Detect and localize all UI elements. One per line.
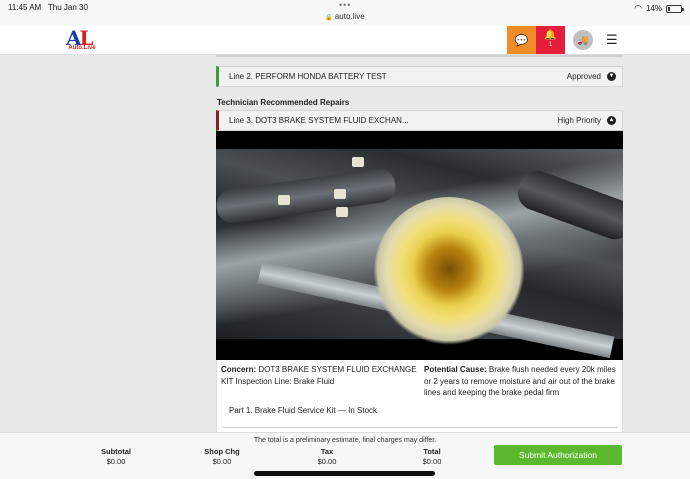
notifications-button[interactable]: 🔔 1: [536, 26, 565, 54]
line-2-label: Line 2. PERFORM HONDA BATTERY TEST: [229, 72, 387, 81]
repair-details: Concern: DOT3 BRAKE SYSTEM FLUID EXCHANG…: [216, 360, 623, 432]
status-right: ◠ 14%: [634, 3, 684, 14]
lock-icon: 🔒: [325, 15, 333, 21]
menu-icon: ☰: [606, 32, 618, 47]
divider: [223, 427, 618, 428]
status-date: Thu Jan 30: [47, 3, 88, 12]
tax: Tax $0.00: [317, 447, 337, 466]
home-indicator[interactable]: [254, 471, 435, 476]
chat-button[interactable]: 💬: [507, 26, 536, 54]
line-3-priority: High Priority: [557, 116, 601, 125]
vehicle-button[interactable]: 🚚: [573, 30, 593, 50]
divider: [216, 55, 623, 57]
menu-button[interactable]: ☰: [606, 32, 620, 48]
battery-percent: 14%: [645, 4, 662, 13]
submit-authorization-button[interactable]: Submit Authorization: [494, 445, 622, 465]
autolive-logo[interactable]: AL Auto.Live: [66, 26, 98, 54]
address-bar[interactable]: 🔒 auto.live: [0, 12, 690, 21]
line-3-card[interactable]: Line 3. DOT3 BRAKE SYSTEM FLUID EXCHAN..…: [216, 110, 623, 131]
app-header: AL Auto.Live 💬 🔔 1 🚚 ☰: [0, 26, 690, 55]
notification-count: 1: [548, 42, 553, 48]
line-2-card[interactable]: Line 2. PERFORM HONDA BATTERY TEST Appro…: [216, 66, 623, 87]
logo-text: Auto.Live: [68, 45, 96, 51]
chevron-up-icon[interactable]: ▲: [607, 116, 616, 125]
status-bar: 11:45 AM Thu Jan 30 ••• 🔒 auto.live ◠ 14%: [0, 0, 690, 26]
bell-icon: 🔔: [544, 30, 557, 41]
status-time: 11:45 AM Thu Jan 30: [8, 3, 88, 12]
inspection-photo[interactable]: [216, 131, 623, 360]
shop-charge: Shop Chg $0.00: [204, 447, 240, 466]
wifi-icon: ◠: [634, 3, 642, 13]
chat-icon: 💬: [514, 34, 529, 47]
browser-more-icon[interactable]: •••: [339, 0, 351, 10]
total: Total $0.00: [422, 447, 442, 466]
section-title: Technician Recommended Repairs: [217, 98, 350, 107]
line-2-status: Approved: [566, 72, 601, 81]
part-line: Part 1. Brake Fluid Service Kit — In Sto…: [229, 406, 378, 415]
url-text: auto.live: [334, 12, 365, 21]
concern-text: Concern: DOT3 BRAKE SYSTEM FLUID EXCHANG…: [221, 365, 417, 386]
estimate-note: The total is a preliminary estimate, fin…: [253, 437, 437, 444]
brake-fluid-reservoir: [374, 197, 524, 347]
line-3-label: Line 3. DOT3 BRAKE SYSTEM FLUID EXCHAN..…: [229, 116, 409, 125]
battery-icon: [666, 4, 684, 13]
chevron-down-icon[interactable]: ▼: [607, 72, 616, 81]
car-icon: 🚚: [577, 34, 589, 45]
potential-cause-text: Potential Cause: Brake flush needed ever…: [424, 365, 616, 397]
photo-scene: [216, 149, 623, 359]
subtotal: Subtotal $0.00: [101, 447, 131, 466]
